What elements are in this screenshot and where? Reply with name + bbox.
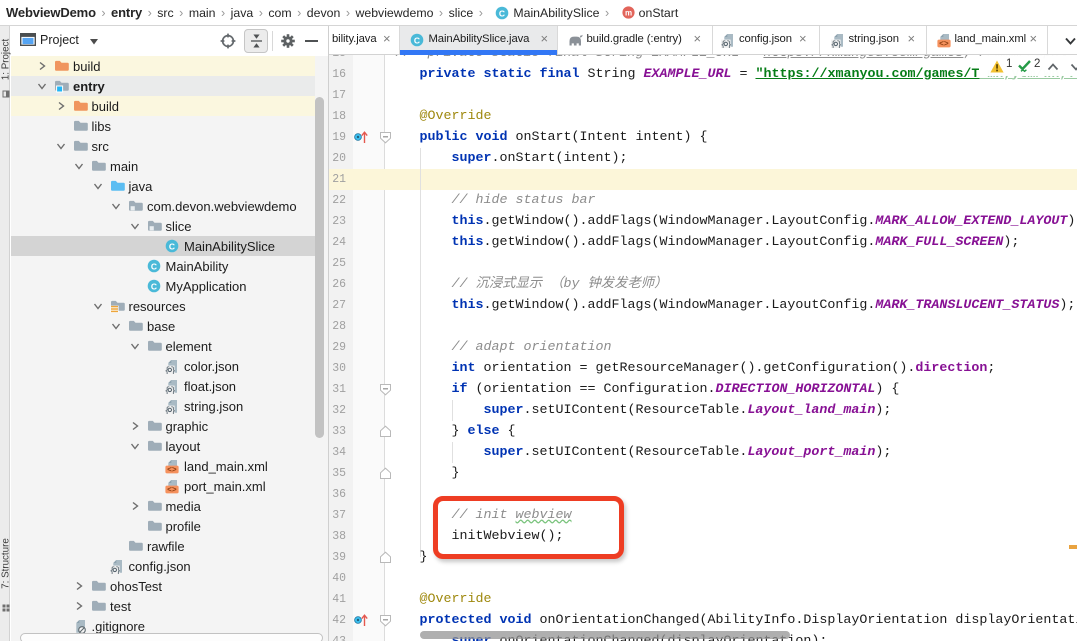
svg-text:{: {: [165, 405, 170, 414]
svg-text:<>: <>: [167, 486, 177, 494]
svg-text:<>: <>: [167, 466, 177, 474]
svg-text:{: {: [165, 365, 170, 374]
svg-text:{: {: [110, 565, 115, 574]
svg-text:{: {: [721, 39, 726, 48]
svg-text:C: C: [150, 261, 156, 271]
svg-text:<>: <>: [939, 40, 949, 48]
svg-text:C: C: [150, 281, 156, 291]
svg-text:m: m: [625, 9, 632, 18]
svg-text:C: C: [499, 8, 505, 18]
svg-text:{: {: [165, 385, 170, 394]
svg-text:{: {: [831, 39, 836, 48]
svg-text:C: C: [413, 35, 419, 45]
svg-text:C: C: [169, 241, 175, 251]
